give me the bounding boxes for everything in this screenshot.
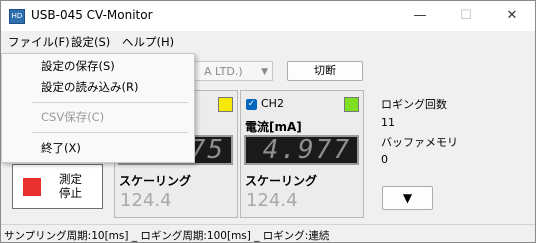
logging-count-value: 11 [381, 116, 395, 129]
menu-settings[interactable]: 設定(S) [71, 34, 110, 50]
ch2-scaling-label: スケーリング [245, 174, 318, 188]
close-button[interactable]: ✕ [489, 1, 535, 31]
maximize-button[interactable]: ☐ [443, 1, 489, 31]
title-bar: HD USB-045 CV-Monitor — ☐ ✕ [1, 1, 535, 31]
device-select-value: A LTD.) [204, 65, 243, 78]
menu-load-settings[interactable]: 設定の読み込み(R) [41, 79, 138, 95]
ch1-scaling-value: 124.4 [120, 190, 172, 211]
logging-count-label: ロギング回数 [381, 98, 447, 111]
stop-button-label: 測定 停止 [59, 172, 82, 200]
chevron-down-icon: ▼ [261, 67, 268, 77]
file-menu-dropdown: 設定の保存(S) 設定の読み込み(R) CSV保存(C) 終了(X) [1, 53, 195, 163]
device-select[interactable]: A LTD.) ▼ [187, 61, 273, 81]
menu-exit[interactable]: 終了(X) [41, 140, 81, 156]
menu-save-settings[interactable]: 設定の保存(S) [41, 58, 115, 74]
ch2-scaling-value: 124.4 [246, 190, 298, 211]
stop-button-line2: 停止 [59, 186, 82, 200]
ch2-panel: ✓ CH2 電流[mA] 4.977 スケーリング 124.4 [240, 90, 364, 218]
app-icon: HD [9, 9, 25, 24]
scroll-down-button[interactable]: ▼ [382, 186, 433, 210]
stop-icon [23, 178, 41, 196]
ch2-reading-display: 4.977 [244, 135, 359, 165]
measure-stop-button[interactable]: 測定 停止 [12, 164, 103, 209]
ch2-measure-label: 電流[mA] [245, 120, 302, 134]
buffer-memory-label: バッファメモリ [381, 136, 458, 149]
minimize-button[interactable]: — [397, 1, 443, 31]
app-window: HD USB-045 CV-Monitor — ☐ ✕ ファイル(F) 設定(S… [0, 0, 536, 243]
buffer-memory-value: 0 [381, 153, 388, 166]
menu-file[interactable]: ファイル(F) [8, 34, 70, 50]
menu-separator [32, 102, 188, 103]
ch2-label: CH2 [261, 97, 284, 110]
disconnect-button[interactable]: 切断 [287, 61, 363, 81]
stop-button-line1: 測定 [59, 172, 82, 186]
menu-separator [32, 132, 188, 133]
window-title: USB-045 CV-Monitor [31, 8, 153, 22]
ch2-color-swatch[interactable] [344, 97, 359, 112]
menu-csv-save[interactable]: CSV保存(C) [41, 109, 104, 125]
menu-bar: ファイル(F) 設定(S) ヘルプ(H) [1, 31, 535, 53]
ch1-color-swatch[interactable] [218, 97, 233, 112]
status-bar: サンプリング周期:10[ms] _ ロギング周期:100[ms] _ ロギング:… [1, 224, 535, 242]
menu-help[interactable]: ヘルプ(H) [122, 34, 174, 50]
ch1-scaling-label: スケーリング [119, 174, 192, 188]
ch2-checkbox[interactable]: ✓ [246, 99, 257, 110]
status-text: サンプリング周期:10[ms] _ ロギング周期:100[ms] _ ロギング:… [4, 230, 330, 242]
